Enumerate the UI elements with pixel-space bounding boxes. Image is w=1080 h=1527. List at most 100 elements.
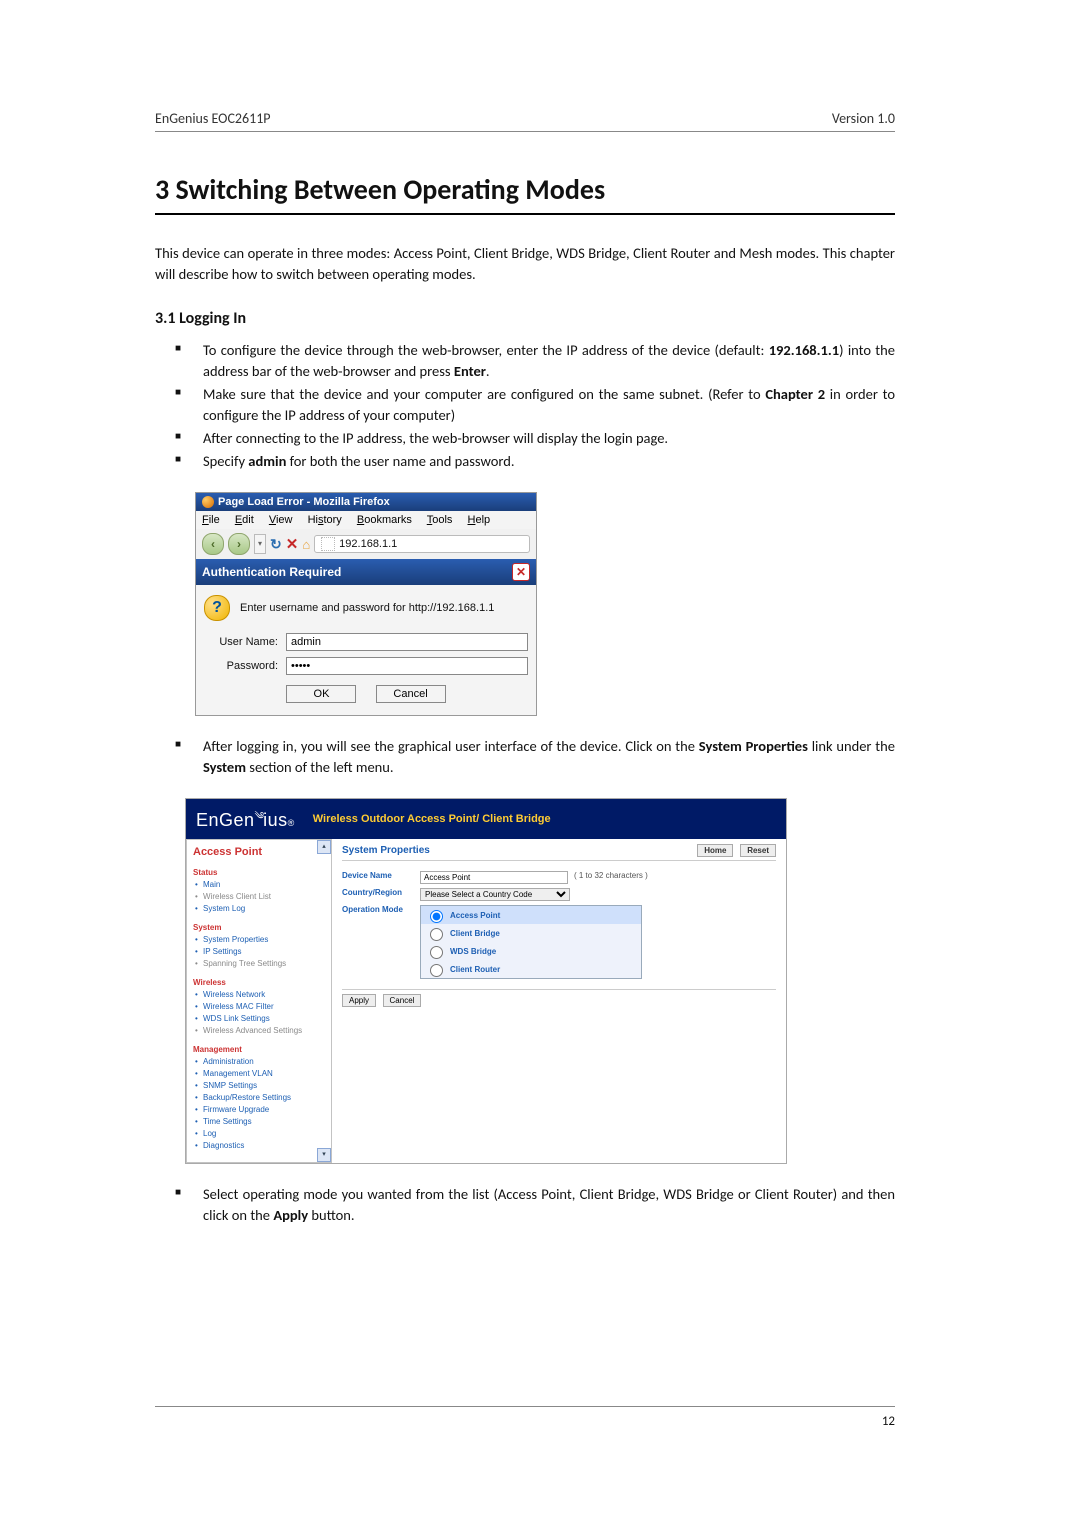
page-header: EnGenius EOC2611P Version 1.0 — [155, 110, 895, 132]
device-name-label: Device Name — [342, 871, 420, 880]
ok-button[interactable]: OK — [286, 685, 356, 703]
home-icon[interactable]: ⌂ — [302, 537, 310, 552]
sidebar-item-wds-link-settings[interactable]: WDS Link Settings — [193, 1013, 325, 1025]
cancel-button-eg[interactable]: Cancel — [383, 994, 422, 1007]
bullet-admin: Specify admin for both the user name and… — [175, 451, 895, 472]
sidebar-item-management-vlan[interactable]: Management VLAN — [193, 1068, 325, 1080]
menu-view[interactable]: View — [269, 514, 293, 526]
sidebar-item-wireless-advanced[interactable]: Wireless Advanced Settings — [193, 1025, 325, 1037]
opmode-access-point[interactable]: Access Point — [421, 906, 641, 924]
bullet-loginpage: After connecting to the IP address, the … — [175, 428, 895, 449]
scroll-down-icon[interactable]: ▾ — [317, 1148, 331, 1162]
opmode-radio-cr[interactable] — [430, 964, 443, 977]
sidebar-item-system-log[interactable]: System Log — [193, 903, 325, 915]
sidebar-item-system-properties[interactable]: System Properties — [193, 934, 325, 946]
sidebar-item-administration[interactable]: Administration — [193, 1056, 325, 1068]
menu-bookmarks[interactable]: Bookmarks — [357, 514, 412, 526]
address-text: 192.168.1.1 — [339, 538, 397, 550]
page-number: 12 — [882, 1414, 895, 1429]
menu-history[interactable]: History — [308, 514, 342, 526]
sidebar-item-log[interactable]: Log — [193, 1128, 325, 1140]
sidebar-mode: Access Point — [193, 846, 325, 858]
menu-help[interactable]: Help — [468, 514, 491, 526]
auth-dialog-body: ? Enter username and password for http:/… — [196, 585, 536, 715]
sidebar-item-backup-restore[interactable]: Backup/Restore Settings — [193, 1092, 325, 1104]
opmode-wds-bridge[interactable]: WDS Bridge — [421, 942, 641, 960]
sidebar-item-snmp-settings[interactable]: SNMP Settings — [193, 1080, 325, 1092]
admin-ui: EnGen༄ius® Wireless Outdoor Access Point… — [185, 798, 787, 1164]
auth-dialog-title: Authentication Required ✕ — [196, 559, 536, 585]
stop-icon[interactable]: ✕ — [286, 535, 299, 553]
username-field: User Name: — [204, 633, 528, 651]
sidebar-item-wireless-network[interactable]: Wireless Network — [193, 989, 325, 1001]
auth-message-text: Enter username and password for http://1… — [240, 602, 494, 614]
firefox-menubar[interactable]: File Edit View History Bookmarks Tools H… — [196, 511, 536, 529]
username-label: User Name: — [204, 636, 278, 648]
close-icon[interactable]: ✕ — [512, 563, 530, 581]
device-name-input[interactable] — [420, 871, 568, 884]
opmode-radio-ap[interactable] — [430, 910, 443, 923]
menu-file[interactable]: File — [202, 514, 220, 526]
admin-sidebar: ▴ Access Point Status Main Wireless Clie… — [186, 839, 332, 1163]
sidebar-item-wireless-client-list[interactable]: Wireless Client List — [193, 891, 325, 903]
opmode-label: Operation Mode — [342, 905, 420, 914]
device-name-hint: ( 1 to 32 characters ) — [574, 871, 648, 880]
admin-title: Wireless Outdoor Access Point/ Client Br… — [313, 813, 551, 825]
back-button[interactable]: ‹ — [202, 533, 224, 555]
sidebar-item-wireless-mac-filter[interactable]: Wireless MAC Filter — [193, 1001, 325, 1013]
menu-edit[interactable]: Edit — [235, 514, 254, 526]
header-right: Version 1.0 — [832, 110, 895, 127]
reload-icon[interactable]: ↻ — [270, 536, 282, 553]
firefox-window-title: Page Load Error - Mozilla Firefox — [218, 496, 390, 508]
bullet-subnet: Make sure that the device and your compu… — [175, 384, 895, 426]
sidebar-section-status: Status — [193, 868, 325, 877]
password-label: Password: — [204, 660, 278, 672]
country-label: Country/Region — [342, 888, 420, 897]
sidebar-item-diagnostics[interactable]: Diagnostics — [193, 1140, 325, 1152]
admin-logo: EnGen༄ius® — [196, 805, 295, 833]
sidebar-item-firmware-upgrade[interactable]: Firmware Upgrade — [193, 1104, 325, 1116]
scroll-up-icon[interactable]: ▴ — [317, 840, 331, 854]
opmode-radio-cb[interactable] — [430, 928, 443, 941]
admin-main: System Properties Home Reset Device Name… — [332, 839, 786, 1163]
sidebar-section-system: System — [193, 923, 325, 932]
cancel-button[interactable]: Cancel — [376, 685, 446, 703]
favicon-icon — [321, 537, 335, 551]
password-input[interactable] — [286, 657, 528, 675]
bullet-config: To configure the device through the web-… — [175, 340, 895, 382]
opmode-client-router[interactable]: Client Router — [421, 960, 641, 978]
firefox-toolbar: ‹ › ▾ ↻ ✕ ⌂ 192.168.1.1 — [196, 529, 536, 559]
chapter-title: 3 Switching Between Operating Modes — [155, 172, 895, 215]
sidebar-item-main[interactable]: Main — [193, 879, 325, 891]
auth-message: ? Enter username and password for http:/… — [204, 595, 528, 621]
apply-button[interactable]: Apply — [342, 994, 376, 1007]
panel-title: System Properties — [342, 845, 430, 856]
address-bar[interactable]: 192.168.1.1 — [314, 535, 530, 553]
sidebar-item-time-settings[interactable]: Time Settings — [193, 1116, 325, 1128]
reset-button[interactable]: Reset — [740, 844, 776, 857]
question-icon: ? — [204, 595, 230, 621]
opmode-radio-wds[interactable] — [430, 946, 443, 959]
menu-tools[interactable]: Tools — [427, 514, 453, 526]
country-select[interactable]: Please Select a Country Code — [420, 888, 570, 901]
firefox-icon — [202, 496, 214, 508]
nav-dropdown[interactable]: ▾ — [254, 534, 266, 554]
opmode-client-bridge[interactable]: Client Bridge — [421, 924, 641, 942]
sidebar-item-spanning-tree[interactable]: Spanning Tree Settings — [193, 958, 325, 970]
firefox-titlebar: Page Load Error - Mozilla Firefox — [196, 493, 536, 511]
sidebar-section-management: Management — [193, 1045, 325, 1054]
firefox-window: Page Load Error - Mozilla Firefox File E… — [195, 492, 537, 716]
bullet-after-login: After logging in, you will see the graph… — [175, 736, 895, 778]
username-input[interactable] — [286, 633, 528, 651]
home-button[interactable]: Home — [697, 844, 733, 857]
forward-button[interactable]: › — [228, 533, 250, 555]
opmode-options: Access Point Client Bridge WDS Bridge Cl… — [420, 905, 642, 979]
footer-rule — [155, 1406, 895, 1407]
admin-header: EnGen༄ius® Wireless Outdoor Access Point… — [186, 799, 786, 839]
sidebar-item-ip-settings[interactable]: IP Settings — [193, 946, 325, 958]
bullet-select-mode: Select operating mode you wanted from th… — [175, 1184, 895, 1226]
sidebar-section-wireless: Wireless — [193, 978, 325, 987]
section-3-1: 3.1 Logging In — [155, 309, 895, 328]
header-left: EnGenius EOC2611P — [155, 110, 271, 127]
intro-paragraph: This device can operate in three modes: … — [155, 243, 895, 285]
